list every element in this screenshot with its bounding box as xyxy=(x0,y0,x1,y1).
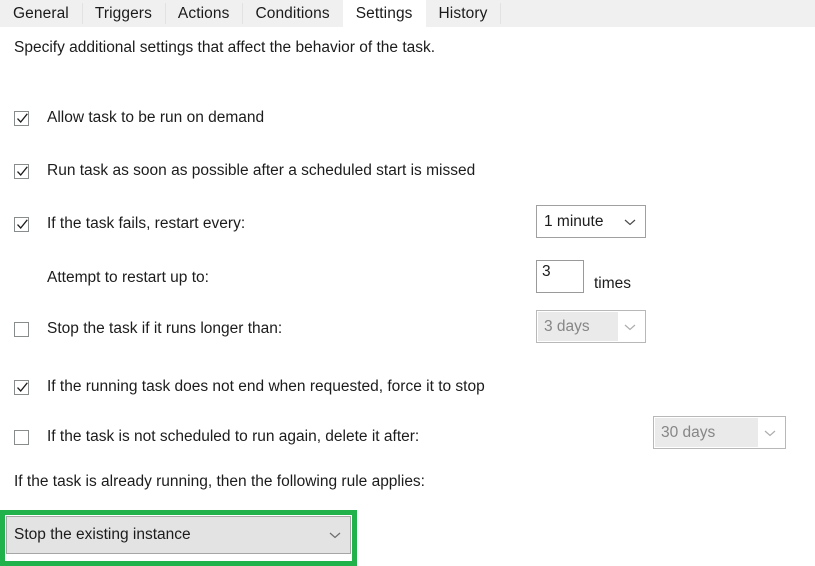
tab-conditions[interactable]: Conditions xyxy=(242,0,343,27)
label-restart-attempts: Attempt to restart up to: xyxy=(47,269,209,287)
tab-bar: General Triggers Actions Conditions Sett… xyxy=(0,0,815,27)
tab-settings[interactable]: Settings xyxy=(342,0,426,27)
label-delete-after: If the task is not scheduled to run agai… xyxy=(47,428,420,446)
tab-label: General xyxy=(13,4,69,22)
input-restart-attempts[interactable]: 3 xyxy=(536,260,584,293)
tab-bar-filler xyxy=(500,0,815,27)
checkbox-allow-on-demand[interactable] xyxy=(14,110,29,126)
check-icon xyxy=(17,112,28,123)
check-icon xyxy=(17,381,28,392)
label-already-running: If the task is already running, then the… xyxy=(14,473,425,490)
tab-label: Triggers xyxy=(94,4,152,22)
dropdown-delete-after-duration[interactable]: 30 days xyxy=(653,416,786,449)
dropdown-stop-duration-value: 3 days xyxy=(544,317,590,335)
chevron-down-icon xyxy=(624,324,636,330)
tab-history[interactable]: History xyxy=(425,0,501,27)
setting-row-stop-if-longer: Stop the task if it runs longer than: xyxy=(0,316,815,342)
checkbox-stop-if-longer[interactable] xyxy=(14,321,29,337)
tab-label: Actions xyxy=(177,4,230,22)
dropdown-restart-interval[interactable]: 1 minute xyxy=(536,205,646,238)
tab-general[interactable]: General xyxy=(0,0,82,27)
dropdown-multiple-instances-rule[interactable]: Stop the existing instance xyxy=(6,516,351,554)
chevron-down-icon xyxy=(329,532,341,539)
label-stop-if-longer: Stop the task if it runs longer than: xyxy=(47,320,283,338)
chevron-down-icon xyxy=(764,430,776,436)
tab-label: Settings xyxy=(355,4,413,22)
setting-row-restart-attempts: Attempt to restart up to: xyxy=(0,265,815,291)
setting-row-restart-on-fail: If the task fails, restart every: xyxy=(0,211,815,237)
checkbox-force-stop[interactable] xyxy=(14,379,29,395)
checkbox-delete-after[interactable] xyxy=(14,429,29,445)
checkbox-run-asap[interactable] xyxy=(14,163,29,179)
panel-description: Specify additional settings that affect … xyxy=(14,39,436,56)
dropdown-multiple-instances-value: Stop the existing instance xyxy=(14,526,191,544)
tab-label: History xyxy=(438,4,488,22)
check-icon xyxy=(17,165,28,176)
setting-row-run-asap: Run task as soon as possible after a sch… xyxy=(0,158,815,184)
check-icon xyxy=(17,218,28,229)
label-run-asap: Run task as soon as possible after a sch… xyxy=(47,162,476,180)
tab-triggers[interactable]: Triggers xyxy=(81,0,165,27)
dropdown-restart-interval-value: 1 minute xyxy=(544,212,604,230)
checkbox-restart-on-fail[interactable] xyxy=(14,216,29,232)
label-allow-on-demand: Allow task to be run on demand xyxy=(47,109,265,127)
dropdown-stop-duration[interactable]: 3 days xyxy=(536,310,646,343)
settings-panel: Specify additional settings that affect … xyxy=(0,28,815,566)
label-restart-attempts-suffix: times xyxy=(594,275,632,292)
setting-row-allow-on-demand: Allow task to be run on demand xyxy=(0,105,815,131)
dropdown-delete-after-value: 30 days xyxy=(661,423,716,441)
chevron-down-icon xyxy=(624,219,636,225)
setting-row-force-stop: If the running task does not end when re… xyxy=(0,374,815,400)
tab-actions[interactable]: Actions xyxy=(164,0,243,27)
label-force-stop: If the running task does not end when re… xyxy=(47,378,485,396)
label-restart-on-fail: If the task fails, restart every: xyxy=(47,215,246,233)
tab-label: Conditions xyxy=(255,4,330,22)
input-restart-attempts-value: 3 xyxy=(542,263,551,280)
